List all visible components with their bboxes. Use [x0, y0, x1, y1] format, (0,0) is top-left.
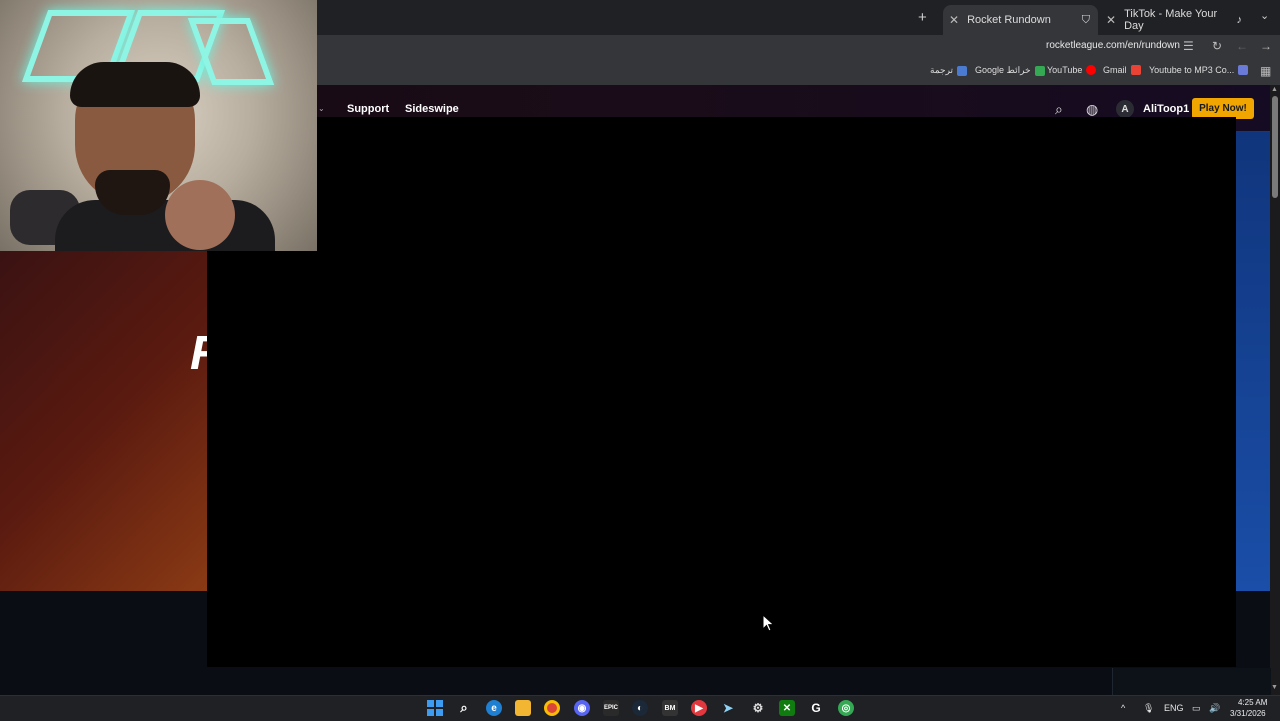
- translate-icon: [957, 65, 968, 76]
- back-icon[interactable]: ←: [1236, 39, 1248, 53]
- epic-games-icon[interactable]: EPIC: [603, 700, 619, 716]
- tab-rocket-rundown[interactable]: ✕ Rocket Rundown ⛉: [943, 5, 1098, 35]
- username[interactable]: AliToop1: [1143, 103, 1189, 115]
- bookmark-label: ترجمة: [930, 65, 954, 75]
- person-hand: [165, 180, 235, 250]
- tab-label: TikTok - Make Your Day: [1124, 8, 1218, 32]
- page-bottom-panel: [1112, 668, 1271, 695]
- nav-support[interactable]: Support: [347, 103, 389, 115]
- search-icon[interactable]: ⌕: [1055, 101, 1063, 118]
- close-tab-icon[interactable]: ✕: [949, 13, 959, 27]
- scroll-up-icon[interactable]: ▲: [1271, 86, 1278, 93]
- bookmark-label: Google خرائط: [975, 65, 1031, 75]
- all-bookmarks-icon[interactable]: ▦: [1260, 64, 1271, 78]
- telegram-icon[interactable]: ➤: [720, 700, 736, 716]
- edge-icon[interactable]: e: [486, 700, 502, 716]
- nav-sideswipe[interactable]: Sideswipe: [405, 103, 459, 115]
- forward-icon[interactable]: →: [1260, 39, 1272, 53]
- volume-icon[interactable]: 🔊: [1209, 703, 1220, 714]
- windows-start-icon[interactable]: [427, 700, 443, 716]
- chrome-icon[interactable]: [544, 700, 560, 716]
- scrollbar-thumb[interactable]: [1272, 96, 1278, 198]
- discord-icon[interactable]: ◉: [574, 700, 590, 716]
- video-player[interactable]: [207, 117, 1236, 667]
- bookmark-label: YouTube: [1047, 65, 1083, 75]
- gmail-icon: [1130, 65, 1141, 75]
- bookmark-label: Youtube to MP3 Co...: [1149, 65, 1235, 75]
- language-indicator[interactable]: ENG: [1164, 703, 1184, 713]
- bookmark-translate[interactable]: ترجمة: [930, 65, 968, 76]
- person-hair: [70, 62, 200, 107]
- shield-icon: ⛉: [1081, 13, 1090, 26]
- media-player-icon[interactable]: ▶: [691, 700, 707, 716]
- network-icon[interactable]: ▭: [1192, 703, 1201, 714]
- chrome-alt-icon[interactable]: ◎: [838, 700, 854, 716]
- battle-net-icon[interactable]: BM: [662, 700, 678, 716]
- tab-search-icon[interactable]: ⌄: [1260, 9, 1269, 22]
- hero-image-left: [0, 251, 207, 591]
- globe-icon[interactable]: ◍: [1086, 101, 1098, 118]
- bookmark-youtube[interactable]: YouTube: [1047, 65, 1097, 75]
- bookmark-label: Gmail: [1103, 65, 1127, 75]
- tab-label: Rocket Rundown: [967, 14, 1051, 26]
- bookmark-google-maps[interactable]: Google خرائط: [975, 65, 1045, 76]
- avatar[interactable]: A: [1116, 100, 1134, 118]
- clock-time[interactable]: 4:25 AM: [1238, 698, 1267, 707]
- new-tab-button[interactable]: +: [918, 9, 927, 26]
- youtube-icon: [1086, 65, 1097, 75]
- settings-icon[interactable]: ⚙: [750, 700, 766, 716]
- webcam-overlay: [0, 0, 317, 251]
- steam-icon[interactable]: ◐: [632, 700, 648, 716]
- scroll-down-icon[interactable]: ▼: [1271, 684, 1278, 691]
- microphone-icon[interactable]: 🎙: [1143, 703, 1154, 714]
- chevron-down-icon[interactable]: ⌄: [318, 104, 325, 113]
- close-tab-icon[interactable]: ✕: [1106, 13, 1116, 27]
- play-now-button[interactable]: Play Now!: [1192, 98, 1254, 119]
- site-settings-icon[interactable]: ☰: [1183, 39, 1194, 53]
- mouse-cursor-icon: [762, 614, 775, 632]
- bookmark-gmail[interactable]: Gmail: [1103, 65, 1141, 75]
- maps-icon: [1034, 65, 1045, 76]
- clock-date[interactable]: 3/31/2026: [1230, 709, 1266, 718]
- address-bar[interactable]: rocketleague.com/en/rundown: [1046, 40, 1180, 51]
- converter-icon: [1238, 65, 1249, 75]
- xbox-icon[interactable]: ✕: [779, 700, 795, 716]
- hero-image-right: [1236, 132, 1270, 591]
- tab-tiktok[interactable]: ✕ TikTok - Make Your Day ♪: [1100, 5, 1250, 35]
- g-hub-icon[interactable]: G: [808, 700, 824, 716]
- person-beard: [95, 170, 170, 215]
- file-explorer-icon[interactable]: [515, 700, 531, 716]
- tiktok-icon: ♪: [1236, 14, 1243, 26]
- chevron-up-icon[interactable]: ^: [1121, 703, 1125, 713]
- search-icon[interactable]: ⌕: [456, 700, 472, 716]
- bookmark-yt-mp3[interactable]: Youtube to MP3 Co...: [1149, 65, 1249, 75]
- reload-icon[interactable]: ↻: [1212, 39, 1222, 53]
